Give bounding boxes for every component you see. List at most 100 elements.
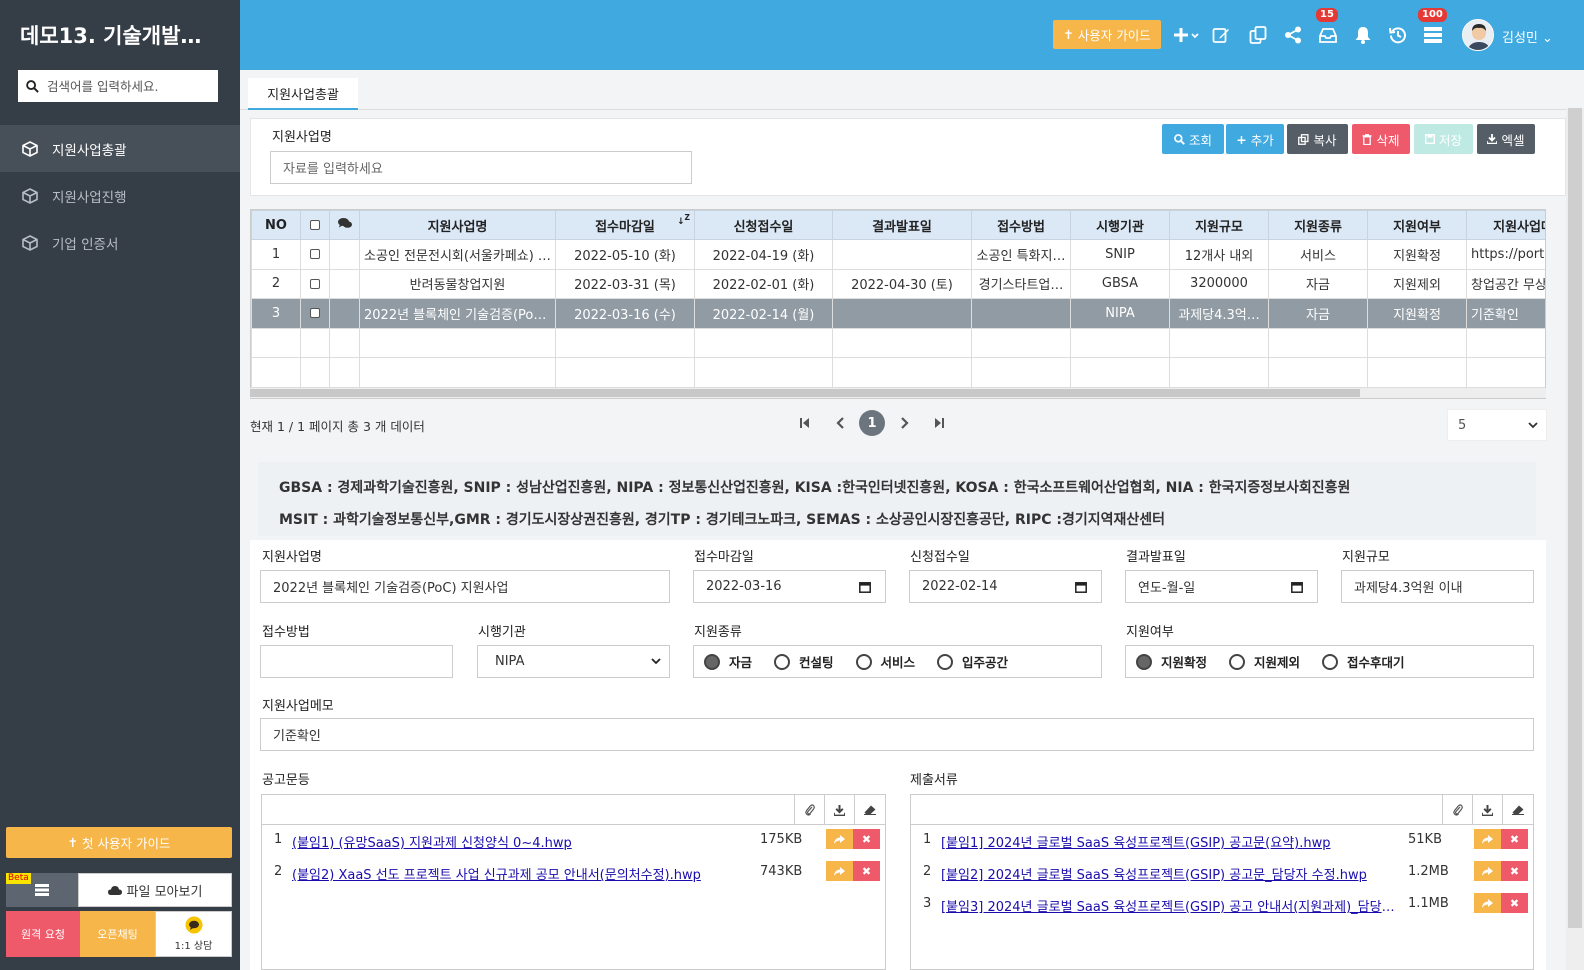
col-header-memo[interactable]: 지원사업메모 [1466, 210, 1545, 240]
table-row[interactable]: 3 2022년 블록체인 기술검증(PoC… 2022-03-16 (수) 2022-… [251, 298, 1545, 329]
form-deadline-input[interactable]: 2022-03-16 [693, 570, 886, 603]
form-result-input[interactable]: 연도-월-일 [1125, 570, 1318, 603]
attach-icon[interactable] [794, 795, 824, 825]
status-radio-confirmed[interactable]: 지원확정 [1136, 652, 1207, 671]
server-list-icon[interactable] [1422, 24, 1444, 46]
file-collection-button[interactable]: 파일 모아보기 [78, 873, 232, 907]
col-header-deadline[interactable]: 접수마감일 ↓Z [555, 210, 695, 240]
history-icon[interactable] [1387, 24, 1409, 46]
col-header-status[interactable]: 지원여부 [1367, 210, 1467, 240]
bell-icon[interactable] [1352, 24, 1374, 46]
open-file-button[interactable] [1474, 893, 1501, 913]
open-file-button[interactable] [1474, 861, 1501, 881]
download-all-icon[interactable] [1472, 795, 1502, 825]
remove-file-button[interactable]: ✖ [1501, 893, 1528, 913]
form-method-input[interactable] [260, 645, 453, 678]
sort-desc-icon[interactable]: ↓Z [677, 213, 690, 227]
col-header-name[interactable]: 지원사업명 [359, 210, 556, 240]
table-row[interactable] [251, 357, 1545, 388]
remote-request-button[interactable]: 원격 요청 [6, 911, 80, 957]
select-all-checkbox[interactable] [310, 220, 320, 230]
vertical-scrollbar[interactable] [1566, 108, 1584, 970]
first-user-guide-button[interactable]: ✝ 첫 사용자 가이드 [6, 827, 232, 858]
col-header-no[interactable]: NO [251, 210, 301, 240]
radio-dot[interactable] [774, 653, 791, 670]
row-checkbox[interactable] [310, 308, 320, 319]
form-scale-input[interactable]: 과제당4.3억원 이내 [1341, 570, 1534, 603]
radio-dot[interactable] [1136, 653, 1152, 670]
file-link[interactable]: [붙임3] 2024년 글로벌 SaaS 육성프로젝트(GSIP) 공고 안내서… [941, 896, 1403, 915]
remove-file-button[interactable]: ✖ [853, 861, 880, 881]
type-radio-service[interactable]: 서비스 [855, 652, 915, 671]
current-page[interactable]: 1 [859, 410, 885, 436]
form-name-input[interactable]: 2022년 블록체인 기술검증(PoC) 지원사업 [260, 570, 670, 603]
copy-icon[interactable] [1247, 24, 1269, 46]
add-button[interactable]: + 추가 [1226, 124, 1284, 154]
calendar-icon[interactable] [1291, 581, 1303, 593]
delete-button[interactable]: 삭제 [1352, 124, 1410, 154]
save-button[interactable]: 저장 [1414, 124, 1473, 154]
row-checkbox[interactable] [310, 249, 320, 260]
open-file-button[interactable] [1474, 829, 1501, 849]
list-view-button[interactable]: Beta [6, 873, 78, 907]
row-checkbox[interactable] [310, 278, 320, 289]
status-radio-waiting[interactable]: 접수후대기 [1322, 652, 1405, 671]
col-header-checkbox[interactable] [300, 210, 330, 240]
file-link[interactable]: (붙임2) XaaS 선도 프로젝트 사업 신규과제 공모 안내서(문의처수정)… [292, 864, 762, 883]
col-header-agency[interactable]: 시행기관 [1070, 210, 1170, 240]
calendar-icon[interactable] [1075, 581, 1087, 593]
open-chat-button[interactable]: 오픈채팅 [80, 911, 155, 957]
download-all-icon[interactable] [824, 795, 854, 825]
consult-button[interactable]: 1:1 상담 [155, 911, 232, 957]
share-icon[interactable] [1282, 24, 1304, 46]
file-link[interactable]: [붙임2] 2024년 글로벌 SaaS 육성프로젝트(GSIP) 공고문_담당… [941, 864, 1403, 883]
user-menu[interactable]: 김성민 ⌄ [1502, 27, 1553, 46]
col-header-result-date[interactable]: 결과발표일 [832, 210, 972, 240]
sidebar-item-support-overview[interactable]: 지원사업총괄 [0, 125, 240, 172]
type-radio-space[interactable]: 입주공간 [937, 652, 1008, 671]
tab-support-overview[interactable]: 지원사업총괄 [248, 78, 358, 110]
remove-file-button[interactable]: ✖ [853, 829, 880, 849]
copy-button[interactable]: 복사 [1287, 124, 1348, 154]
user-guide-button[interactable]: ✝ 사용자 가이드 [1053, 20, 1161, 49]
table-row[interactable]: 2 반려동물창업지원 2022-03-31 (목) 2022-02-01 (화) 202… [251, 268, 1545, 299]
edit-icon[interactable] [1210, 24, 1232, 46]
first-page-button[interactable] [792, 410, 818, 436]
radio-dot[interactable] [704, 653, 720, 670]
last-page-button[interactable] [926, 410, 952, 436]
inbox-icon[interactable] [1317, 24, 1339, 46]
open-file-button[interactable] [826, 861, 853, 881]
add-menu-icon[interactable] [1172, 24, 1202, 46]
remove-file-button[interactable]: ✖ [1501, 861, 1528, 881]
eraser-icon[interactable] [1502, 795, 1532, 825]
radio-dot[interactable] [1229, 653, 1246, 670]
form-agency-select[interactable]: NIPA [477, 645, 670, 678]
sidebar-item-support-progress[interactable]: 지원사업진행 [0, 172, 240, 219]
type-radio-consulting[interactable]: 컨설팅 [774, 652, 834, 671]
calendar-icon[interactable] [859, 581, 871, 593]
table-row[interactable]: 1 소공인 전문전시회(서울카페쇼) … 2022-05-10 (화) 2022-04… [251, 239, 1545, 270]
attach-icon[interactable] [1442, 795, 1472, 825]
horizontal-scrollbar[interactable] [250, 388, 1546, 398]
radio-dot[interactable] [937, 653, 954, 670]
col-header-type[interactable]: 지원종류 [1268, 210, 1368, 240]
next-page-button[interactable] [892, 410, 918, 436]
excel-button[interactable]: 엑셀 [1477, 124, 1535, 154]
type-radio-fund[interactable]: 자금 [704, 652, 752, 671]
remove-file-button[interactable]: ✖ [1501, 829, 1528, 849]
eraser-icon[interactable] [854, 795, 884, 825]
search-button[interactable]: 조회 [1162, 124, 1224, 154]
page-size-select[interactable]: 5 [1447, 409, 1547, 441]
form-memo-input[interactable]: 기준확인 [260, 718, 1534, 751]
file-link[interactable]: (붙임1) (유망SaaS) 지원과제 신청양식 0~4.hwp [292, 832, 762, 851]
col-header-scale[interactable]: 지원규모 [1169, 210, 1269, 240]
avatar[interactable] [1462, 19, 1494, 51]
col-header-apply-date[interactable]: 신청접수일 [694, 210, 833, 240]
col-header-method[interactable]: 접수방법 [971, 210, 1071, 240]
sidebar-search-input[interactable] [47, 78, 207, 94]
filter-name-input[interactable]: 자료를 입력하세요 [270, 151, 692, 184]
open-file-button[interactable] [826, 829, 853, 849]
file-link[interactable]: [붙임1] 2024년 글로벌 SaaS 육성프로젝트(GSIP) 공고문(요약… [941, 832, 1403, 851]
form-apply-input[interactable]: 2022-02-14 [909, 570, 1102, 603]
sidebar-search[interactable] [18, 70, 218, 102]
